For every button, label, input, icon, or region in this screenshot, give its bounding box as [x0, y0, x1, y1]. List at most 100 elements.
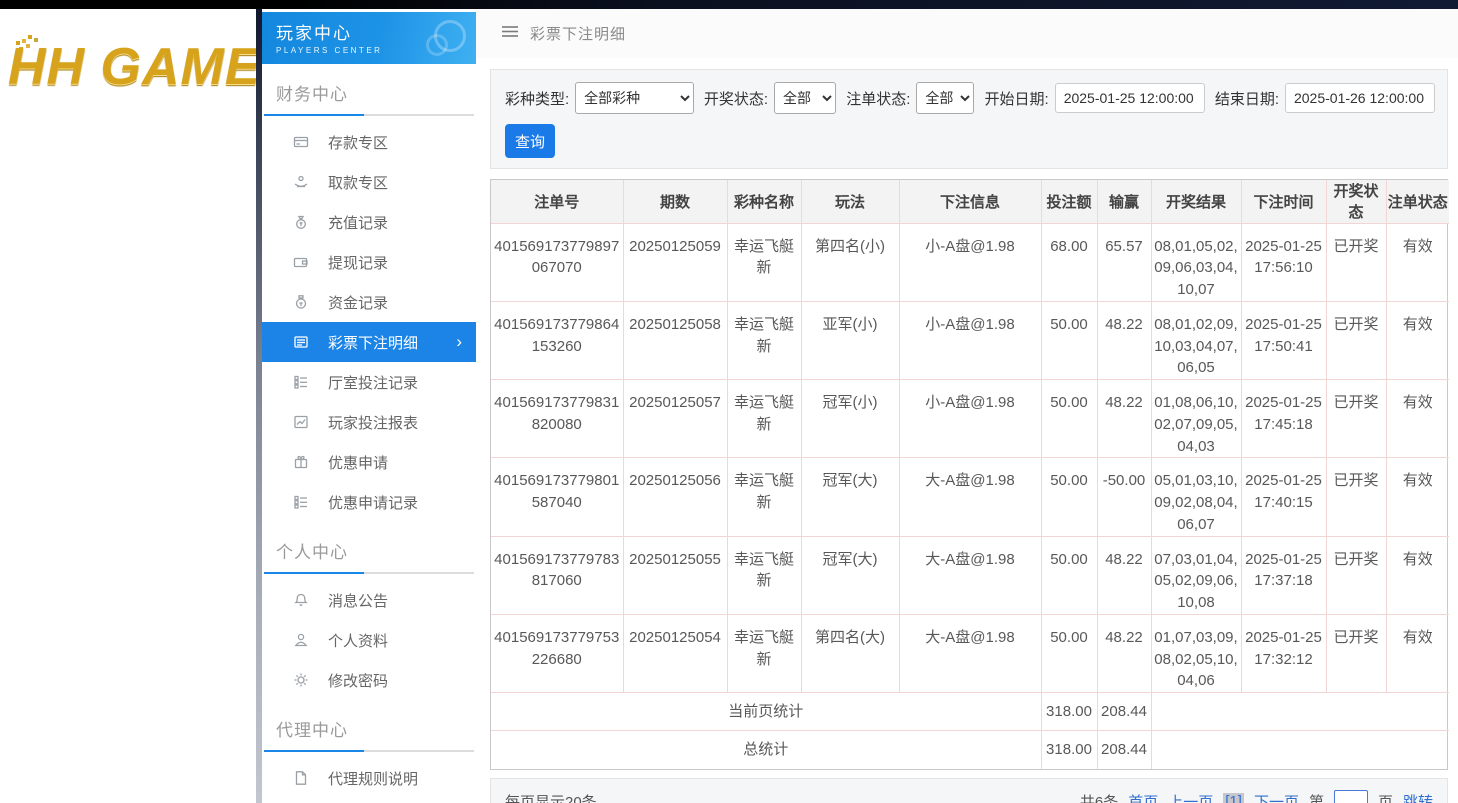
sidebar-item[interactable]: 资金记录 [262, 282, 476, 322]
current-page-indicator[interactable]: [1] [1223, 793, 1244, 803]
sidebar-item-label: 优惠申请记录 [328, 492, 418, 513]
sidebar-item[interactable]: 存款专区 [262, 122, 476, 162]
table-cell: 幸运飞艇新 [727, 223, 801, 301]
next-page-link[interactable]: 下一页 [1254, 791, 1299, 803]
table-cell: 08,01,02,09,10,03,04,07,06,05 [1151, 301, 1241, 379]
table-cell: 幸运飞艇新 [727, 380, 801, 458]
table-cell: 已开奖 [1326, 380, 1386, 458]
sidebar-item[interactable]: 提现记录 [262, 242, 476, 282]
table-row: 40156917377983182008020250125057幸运飞艇新冠军(… [491, 380, 1449, 458]
gamepad-decoration-icon [426, 18, 466, 58]
person-icon [292, 632, 310, 648]
table-cell: 2025-01-25 17:40:15 [1241, 458, 1326, 536]
sidebar-section-underline [264, 572, 474, 574]
start-date-label: 开始日期: [985, 88, 1049, 109]
top-window-bar [0, 0, 1458, 9]
end-date-input[interactable] [1285, 83, 1435, 113]
table-cell: 05,01,03,10,09,02,08,04,06,07 [1151, 458, 1241, 536]
withdraw-hand-icon [292, 174, 310, 190]
sidebar-item[interactable]: 彩票下注明细› [262, 322, 476, 362]
table-cell: 幸运飞艇新 [727, 536, 801, 614]
table-cell: 48.22 [1097, 380, 1151, 458]
column-header: 输赢 [1097, 180, 1151, 223]
table-cell: 有效 [1386, 301, 1449, 379]
table-cell: 01,08,06,10,02,07,09,05,04,03 [1151, 380, 1241, 458]
table-cell: 401569173779864153260 [491, 301, 623, 379]
sidebar-item[interactable]: 个人资料 [262, 620, 476, 660]
sidebar-item[interactable]: 优惠申请 [262, 442, 476, 482]
sidebar-item-label: 修改密码 [328, 670, 388, 691]
bell-icon [292, 592, 310, 608]
lottery-type-label: 彩种类型: [505, 88, 569, 109]
column-header: 彩种名称 [727, 180, 801, 223]
brand-logo: HH GAME [8, 37, 256, 97]
summary-row: 总统计318.00208.44 [491, 731, 1449, 769]
sidebar-item-label: 资金记录 [328, 292, 388, 313]
sidebar-section-underline [264, 750, 474, 752]
sidebar-item-label: 优惠申请 [328, 452, 388, 473]
sidebar-item[interactable]: 代理规则说明 [262, 758, 476, 798]
room-records-icon [292, 374, 310, 390]
deposit-card-icon [292, 134, 310, 150]
prev-page-link[interactable]: 上一页 [1168, 791, 1213, 803]
summary-winloss-total: 208.44 [1097, 693, 1151, 731]
table-cell: 20250125059 [623, 223, 727, 301]
table-cell: 401569173779753226680 [491, 614, 623, 692]
draw-status-select[interactable]: 全部 [774, 82, 836, 114]
sidebar-header: 玩家中心 PLAYERS CENTER [262, 12, 476, 64]
table-cell: 幸运飞艇新 [727, 458, 801, 536]
table-cell: 小-A盘@1.98 [899, 223, 1041, 301]
summary-bet-total: 318.00 [1041, 693, 1097, 731]
promo-apply-icon [292, 454, 310, 470]
search-button[interactable]: 查询 [505, 124, 555, 158]
column-header: 下注信息 [899, 180, 1041, 223]
table-cell: 20250125058 [623, 301, 727, 379]
summary-row: 当前页统计318.00208.44 [491, 693, 1449, 731]
page-jump-input[interactable] [1334, 790, 1368, 803]
table-cell: 亚军(小) [801, 301, 899, 379]
lottery-type-select[interactable]: 全部彩种 [575, 82, 694, 114]
sidebar-item-label: 消息公告 [328, 590, 388, 611]
sidebar-item[interactable]: 取款专区 [262, 162, 476, 202]
table-cell: 65.57 [1097, 223, 1151, 301]
page-size-text: 每页显示20条 [505, 791, 597, 803]
first-page-link[interactable]: 首页 [1128, 791, 1158, 803]
table-row: 40156917377986415326020250125058幸运飞艇新亚军(… [491, 301, 1449, 379]
table-cell: 2025-01-25 17:56:10 [1241, 223, 1326, 301]
table-cell: 2025-01-25 17:37:18 [1241, 536, 1326, 614]
sidebar-item[interactable]: 消息公告 [262, 580, 476, 620]
table-cell: 07,03,01,04,05,02,09,06,10,08 [1151, 536, 1241, 614]
table-cell: 401569173779801587040 [491, 458, 623, 536]
table-cell: 有效 [1386, 614, 1449, 692]
sidebar-item[interactable]: 代理团队统计 [262, 798, 476, 803]
sidebar-item[interactable]: 优惠申请记录 [262, 482, 476, 522]
table-cell: 20250125056 [623, 458, 727, 536]
table-cell: 已开奖 [1326, 536, 1386, 614]
order-status-select[interactable]: 全部 [916, 82, 974, 114]
table-cell: 已开奖 [1326, 301, 1386, 379]
sidebar-item-label: 玩家投注报表 [328, 412, 418, 433]
filter-panel: 彩种类型: 全部彩种 开奖状态: 全部 注单状态: 全部 开始日期: 结束日期:… [490, 69, 1448, 169]
sidebar-item-label: 提现记录 [328, 252, 388, 273]
table-cell: 已开奖 [1326, 614, 1386, 692]
table-cell: 冠军(小) [801, 380, 899, 458]
table-cell: 48.22 [1097, 301, 1151, 379]
hamburger-menu-icon[interactable] [502, 25, 518, 43]
page-title: 彩票下注明细 [530, 23, 626, 44]
table-cell: 68.00 [1041, 223, 1097, 301]
sidebar-item[interactable]: 修改密码 [262, 660, 476, 700]
table-cell: 幸运飞艇新 [727, 301, 801, 379]
jump-prefix-label: 第 [1309, 791, 1324, 803]
sidebar-item-label: 个人资料 [328, 630, 388, 651]
table-cell: 有效 [1386, 223, 1449, 301]
column-header: 玩法 [801, 180, 899, 223]
table-cell: 401569173779783817060 [491, 536, 623, 614]
start-date-input[interactable] [1055, 83, 1205, 113]
sidebar-item[interactable]: 充值记录 [262, 202, 476, 242]
table-cell: 有效 [1386, 380, 1449, 458]
jump-action-link[interactable]: 跳转 [1403, 791, 1433, 803]
sidebar-item[interactable]: 玩家投注报表 [262, 402, 476, 442]
bets-table: 注单号期数彩种名称玩法下注信息投注额输赢开奖结果下注时间开奖状态注单状态 401… [491, 180, 1449, 769]
sidebar-item[interactable]: 厅室投注记录 [262, 362, 476, 402]
table-row: 40156917377989706707020250125059幸运飞艇新第四名… [491, 223, 1449, 301]
